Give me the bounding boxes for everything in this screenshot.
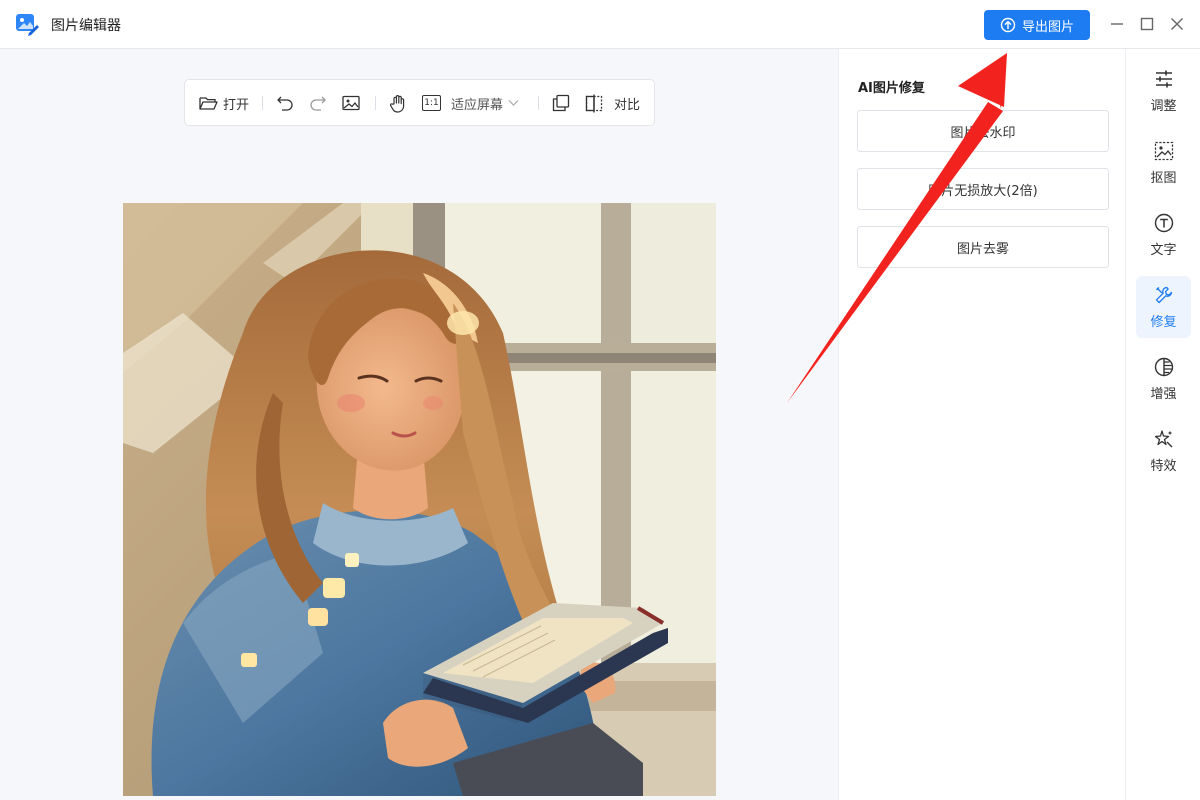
toolbar-divider xyxy=(538,96,539,110)
sidebar-item-adjust[interactable]: 调整 xyxy=(1136,60,1191,122)
wrench-icon xyxy=(1155,286,1172,303)
hand-icon xyxy=(389,94,405,113)
actual-size-button[interactable]: 1:1 xyxy=(422,92,441,114)
sidebar-item-label: 增强 xyxy=(1150,386,1177,402)
remove-watermark-button[interactable]: 图片去水印 xyxy=(857,110,1109,152)
minimize-button[interactable] xyxy=(1107,14,1127,34)
edited-image xyxy=(123,203,716,796)
maximize-icon xyxy=(1140,17,1154,31)
maximize-button[interactable] xyxy=(1137,14,1157,34)
sidebar-item-label: 调整 xyxy=(1150,98,1177,114)
close-icon xyxy=(1171,18,1183,30)
sparkle-icon xyxy=(1154,429,1172,447)
lossless-upscale-button[interactable]: 图片无损放大(2倍) xyxy=(857,168,1109,210)
image-button[interactable] xyxy=(342,92,360,114)
toolbar-divider xyxy=(375,96,376,110)
canvas-area: 打开 1:1 适应屏幕 对比 xyxy=(0,49,838,800)
ai-repair-panel: AI图片修复 图片去水印 图片无损放大(2倍) 图片去雾 xyxy=(838,49,1125,800)
sidebar-item-repair[interactable]: 修复 xyxy=(1136,276,1191,338)
picture-icon xyxy=(342,95,360,111)
zoom-select[interactable]: 适应屏幕 xyxy=(451,92,519,114)
close-button[interactable] xyxy=(1167,14,1187,34)
undo-icon xyxy=(277,96,293,111)
compare-label: 对比 xyxy=(614,97,641,113)
sidebar-item-text[interactable]: 文字 xyxy=(1136,204,1191,266)
zoom-select-label: 适应屏幕 xyxy=(451,97,504,113)
copy-icon xyxy=(552,94,570,112)
redo-button[interactable] xyxy=(309,92,327,114)
open-button[interactable]: 打开 xyxy=(199,92,249,114)
text-icon xyxy=(1154,213,1173,232)
sidebar-item-cutout[interactable]: 抠图 xyxy=(1136,132,1191,194)
sidebar-item-label: 抠图 xyxy=(1150,170,1177,186)
minimize-icon xyxy=(1111,23,1123,25)
sidebar-item-label: 文字 xyxy=(1150,242,1177,258)
enhance-icon xyxy=(1154,357,1173,376)
compare-button[interactable]: 对比 xyxy=(585,92,640,114)
compare-icon xyxy=(585,94,603,112)
app-logo-icon xyxy=(16,14,39,36)
ratio-icon: 1:1 xyxy=(422,95,441,111)
folder-open-icon xyxy=(199,97,218,110)
panel-title: AI图片修复 xyxy=(858,81,925,96)
ratio-label: 1:1 xyxy=(424,98,439,108)
chevron-down-icon xyxy=(508,100,519,106)
tool-sidebar: 调整 抠图 文字 修复 增强 特效 xyxy=(1125,49,1200,800)
sliders-icon xyxy=(1155,70,1172,87)
upload-icon xyxy=(1000,17,1016,33)
image-cutout-icon xyxy=(1154,141,1173,160)
image-toolbar: 打开 1:1 适应屏幕 对比 xyxy=(184,79,655,126)
sidebar-item-enhance[interactable]: 增强 xyxy=(1136,348,1191,410)
sidebar-item-label: 特效 xyxy=(1150,458,1177,474)
sidebar-item-effects[interactable]: 特效 xyxy=(1136,420,1191,482)
export-image-button[interactable]: 导出图片 xyxy=(984,10,1090,40)
sidebar-item-label: 修复 xyxy=(1150,314,1177,330)
redo-icon xyxy=(310,96,326,111)
toolbar-divider xyxy=(262,96,263,110)
export-image-label: 导出图片 xyxy=(1021,19,1074,35)
app-title: 图片编辑器 xyxy=(51,18,121,34)
undo-button[interactable] xyxy=(276,92,294,114)
title-bar: 图片编辑器 导出图片 xyxy=(0,0,1200,49)
open-label: 打开 xyxy=(223,97,250,113)
pan-hand-button[interactable] xyxy=(389,92,408,114)
dehaze-button[interactable]: 图片去雾 xyxy=(857,226,1109,268)
copy-button[interactable] xyxy=(552,92,570,114)
